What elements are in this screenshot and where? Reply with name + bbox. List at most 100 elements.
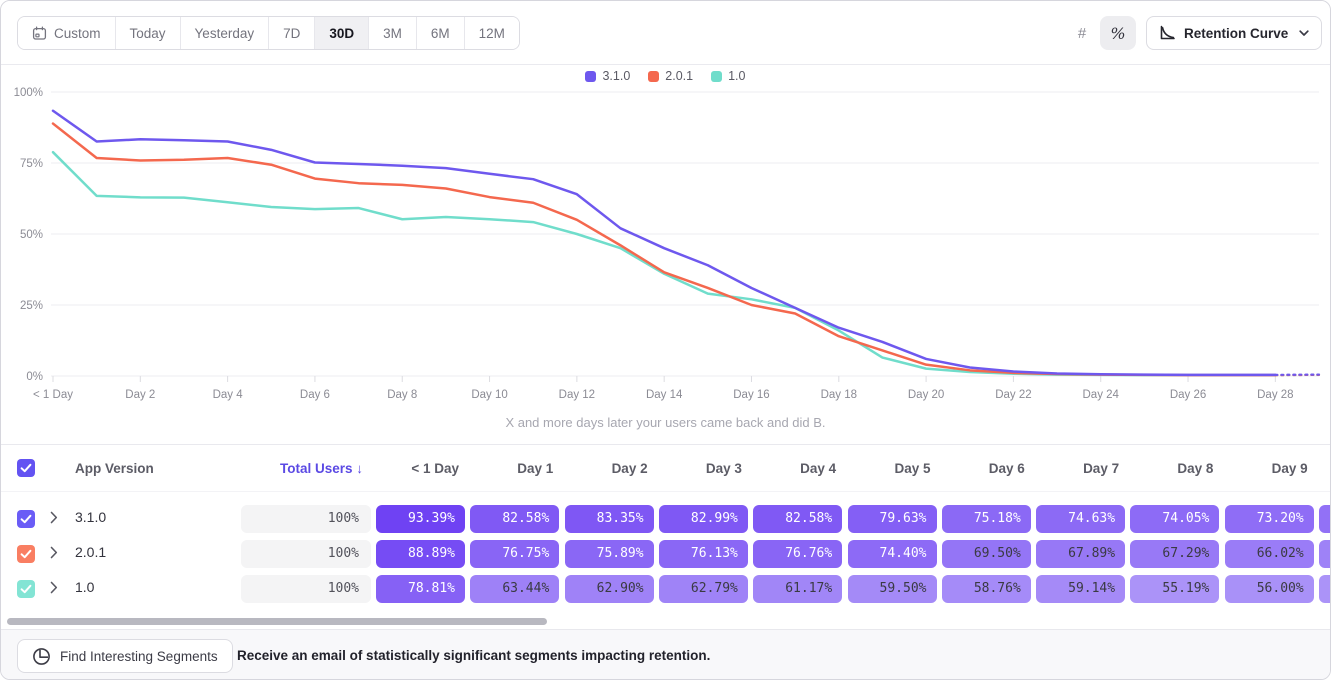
svg-text:100%: 100% <box>14 87 43 99</box>
app-version-label: 3.1.0 <box>75 509 106 525</box>
legend-label: 3.1.0 <box>602 69 630 83</box>
range-button-7d[interactable]: 7D <box>269 17 315 49</box>
retention-cell: 58.76% <box>942 575 1031 603</box>
expand-chevron-icon[interactable] <box>50 546 58 564</box>
legend-label: 2.0.1 <box>665 69 693 83</box>
chevron-down-icon <box>1299 30 1309 37</box>
row-checkbox[interactable] <box>17 510 35 528</box>
column-header-day-5: Day 5 <box>848 445 937 492</box>
retention-cell: 66.02% <box>1225 540 1314 568</box>
range-button-label: Yesterday <box>195 26 255 41</box>
retention-report: CustomToday Yesterday 7D 30D 3M 6M 12M # % Ret… <box>0 0 1331 680</box>
svg-text:Day 12: Day 12 <box>559 389 595 401</box>
svg-text:Day 24: Day 24 <box>1083 389 1120 401</box>
svg-text:< 1 Day: < 1 Day <box>33 389 73 401</box>
column-header-day-2: Day 2 <box>565 445 654 492</box>
total-users-cell: 100% <box>241 505 371 533</box>
retention-cell: 74.40% <box>848 540 937 568</box>
retention-cell: 74.05% <box>1130 505 1219 533</box>
retention-cell: 56.00% <box>1225 575 1314 603</box>
range-button-today[interactable]: Today <box>116 17 181 49</box>
legend-item-3-1-0[interactable]: 3.1.0 <box>585 69 630 83</box>
range-button-30d[interactable]: 30D <box>315 17 369 49</box>
retention-cell: 74.63% <box>1036 505 1125 533</box>
column-header-day-8: Day 8 <box>1130 445 1219 492</box>
horizontal-scrollbar-thumb[interactable] <box>7 618 547 625</box>
retention-table: App VersionTotal Users ↓< 1 DayDay 1Day … <box>1 444 1330 614</box>
retention-cell-partial <box>1319 575 1331 603</box>
retention-cell: 59.14% <box>1036 575 1125 603</box>
retention-cell: 62.79% <box>659 575 748 603</box>
expand-chevron-icon[interactable] <box>50 581 58 599</box>
range-button-custom[interactable]: Custom <box>18 17 116 49</box>
column-header-app-version: App Version <box>75 445 154 492</box>
percent-icon: % <box>1110 24 1125 43</box>
range-button-6m[interactable]: 6M <box>417 17 465 49</box>
retention-cell: 67.89% <box>1036 540 1125 568</box>
range-button-3m[interactable]: 3M <box>369 17 417 49</box>
svg-text:25%: 25% <box>20 300 43 312</box>
signal-icon <box>32 647 51 666</box>
legend-item-1-0[interactable]: 1.0 <box>711 69 745 83</box>
svg-text:75%: 75% <box>20 158 43 170</box>
range-button-label: 6M <box>431 26 450 41</box>
svg-text:Day 4: Day 4 <box>213 389 244 401</box>
select-all-checkbox[interactable] <box>17 459 35 477</box>
column-header-day-9: Day 9 <box>1225 445 1314 492</box>
table-row-2-0-1: 2.0.1100%88.89%76.75%75.89%76.13%76.76%7… <box>1 537 1330 572</box>
legend-item-2-0-1[interactable]: 2.0.1 <box>648 69 693 83</box>
retention-cell: 61.17% <box>753 575 842 603</box>
app-version-label: 1.0 <box>75 579 94 595</box>
retention-cell: 88.89% <box>376 540 465 568</box>
retention-curve-icon <box>1159 25 1175 41</box>
expand-chevron-icon[interactable] <box>50 511 58 529</box>
svg-text:Day 6: Day 6 <box>300 389 330 401</box>
footer-message: Receive an email of statistically signif… <box>237 630 710 680</box>
retention-cell: 75.89% <box>565 540 654 568</box>
legend-label: 1.0 <box>728 69 745 83</box>
column-header-day-7: Day 7 <box>1036 445 1125 492</box>
column-header-total-users-sort[interactable]: Total Users ↓ <box>241 445 363 492</box>
svg-text:Day 8: Day 8 <box>387 389 417 401</box>
chart-type-label: Retention Curve <box>1184 26 1288 41</box>
number-format-button[interactable]: # <box>1064 16 1100 50</box>
row-checkbox[interactable] <box>17 545 35 563</box>
find-interesting-segments-label: Find Interesting Segments <box>60 649 218 664</box>
svg-text:Day 22: Day 22 <box>995 389 1031 401</box>
legend-swatch <box>711 71 722 82</box>
svg-text:50%: 50% <box>20 229 43 241</box>
table-row-3-1-0: 3.1.0100%93.39%82.58%83.35%82.99%82.58%7… <box>1 502 1330 537</box>
retention-cell: 55.19% <box>1130 575 1219 603</box>
svg-text:0%: 0% <box>26 371 43 383</box>
retention-cell: 67.29% <box>1130 540 1219 568</box>
retention-cell: 63.44% <box>470 575 559 603</box>
retention-cell: 75.18% <box>942 505 1031 533</box>
legend-swatch <box>648 71 659 82</box>
range-button-label: 12M <box>479 26 505 41</box>
retention-cell-partial <box>1319 540 1331 568</box>
column-header-day-3: Day 3 <box>659 445 748 492</box>
calendar-icon <box>32 26 47 41</box>
range-button-yesterday[interactable]: Yesterday <box>181 17 270 49</box>
svg-text:Day 2: Day 2 <box>125 389 155 401</box>
retention-cell: 78.81% <box>376 575 465 603</box>
footer-bar: Find Interesting Segments Receive an ema… <box>1 629 1330 679</box>
table-row-1-0: 1.0100%78.81%63.44%62.90%62.79%61.17%59.… <box>1 572 1330 607</box>
range-button-label: 30D <box>329 26 354 41</box>
retention-cell: 82.58% <box>753 505 842 533</box>
retention-cell: 62.90% <box>565 575 654 603</box>
column-header-1-day: < 1 Day <box>376 445 465 492</box>
retention-cell: 76.76% <box>753 540 842 568</box>
find-interesting-segments-button[interactable]: Find Interesting Segments <box>17 639 233 673</box>
svg-text:Day 28: Day 28 <box>1257 389 1293 401</box>
chart-type-dropdown[interactable]: Retention Curve <box>1146 16 1322 50</box>
range-button-12m[interactable]: 12M <box>465 17 519 49</box>
retention-cell-partial <box>1319 505 1331 533</box>
percent-format-button[interactable]: % <box>1100 16 1136 50</box>
table-header-row: App VersionTotal Users ↓< 1 DayDay 1Day … <box>1 445 1330 492</box>
svg-text:Day 16: Day 16 <box>733 389 769 401</box>
svg-text:Day 18: Day 18 <box>821 389 857 401</box>
svg-text:Day 20: Day 20 <box>908 389 944 401</box>
row-checkbox[interactable] <box>17 580 35 598</box>
app-version-label: 2.0.1 <box>75 544 106 560</box>
